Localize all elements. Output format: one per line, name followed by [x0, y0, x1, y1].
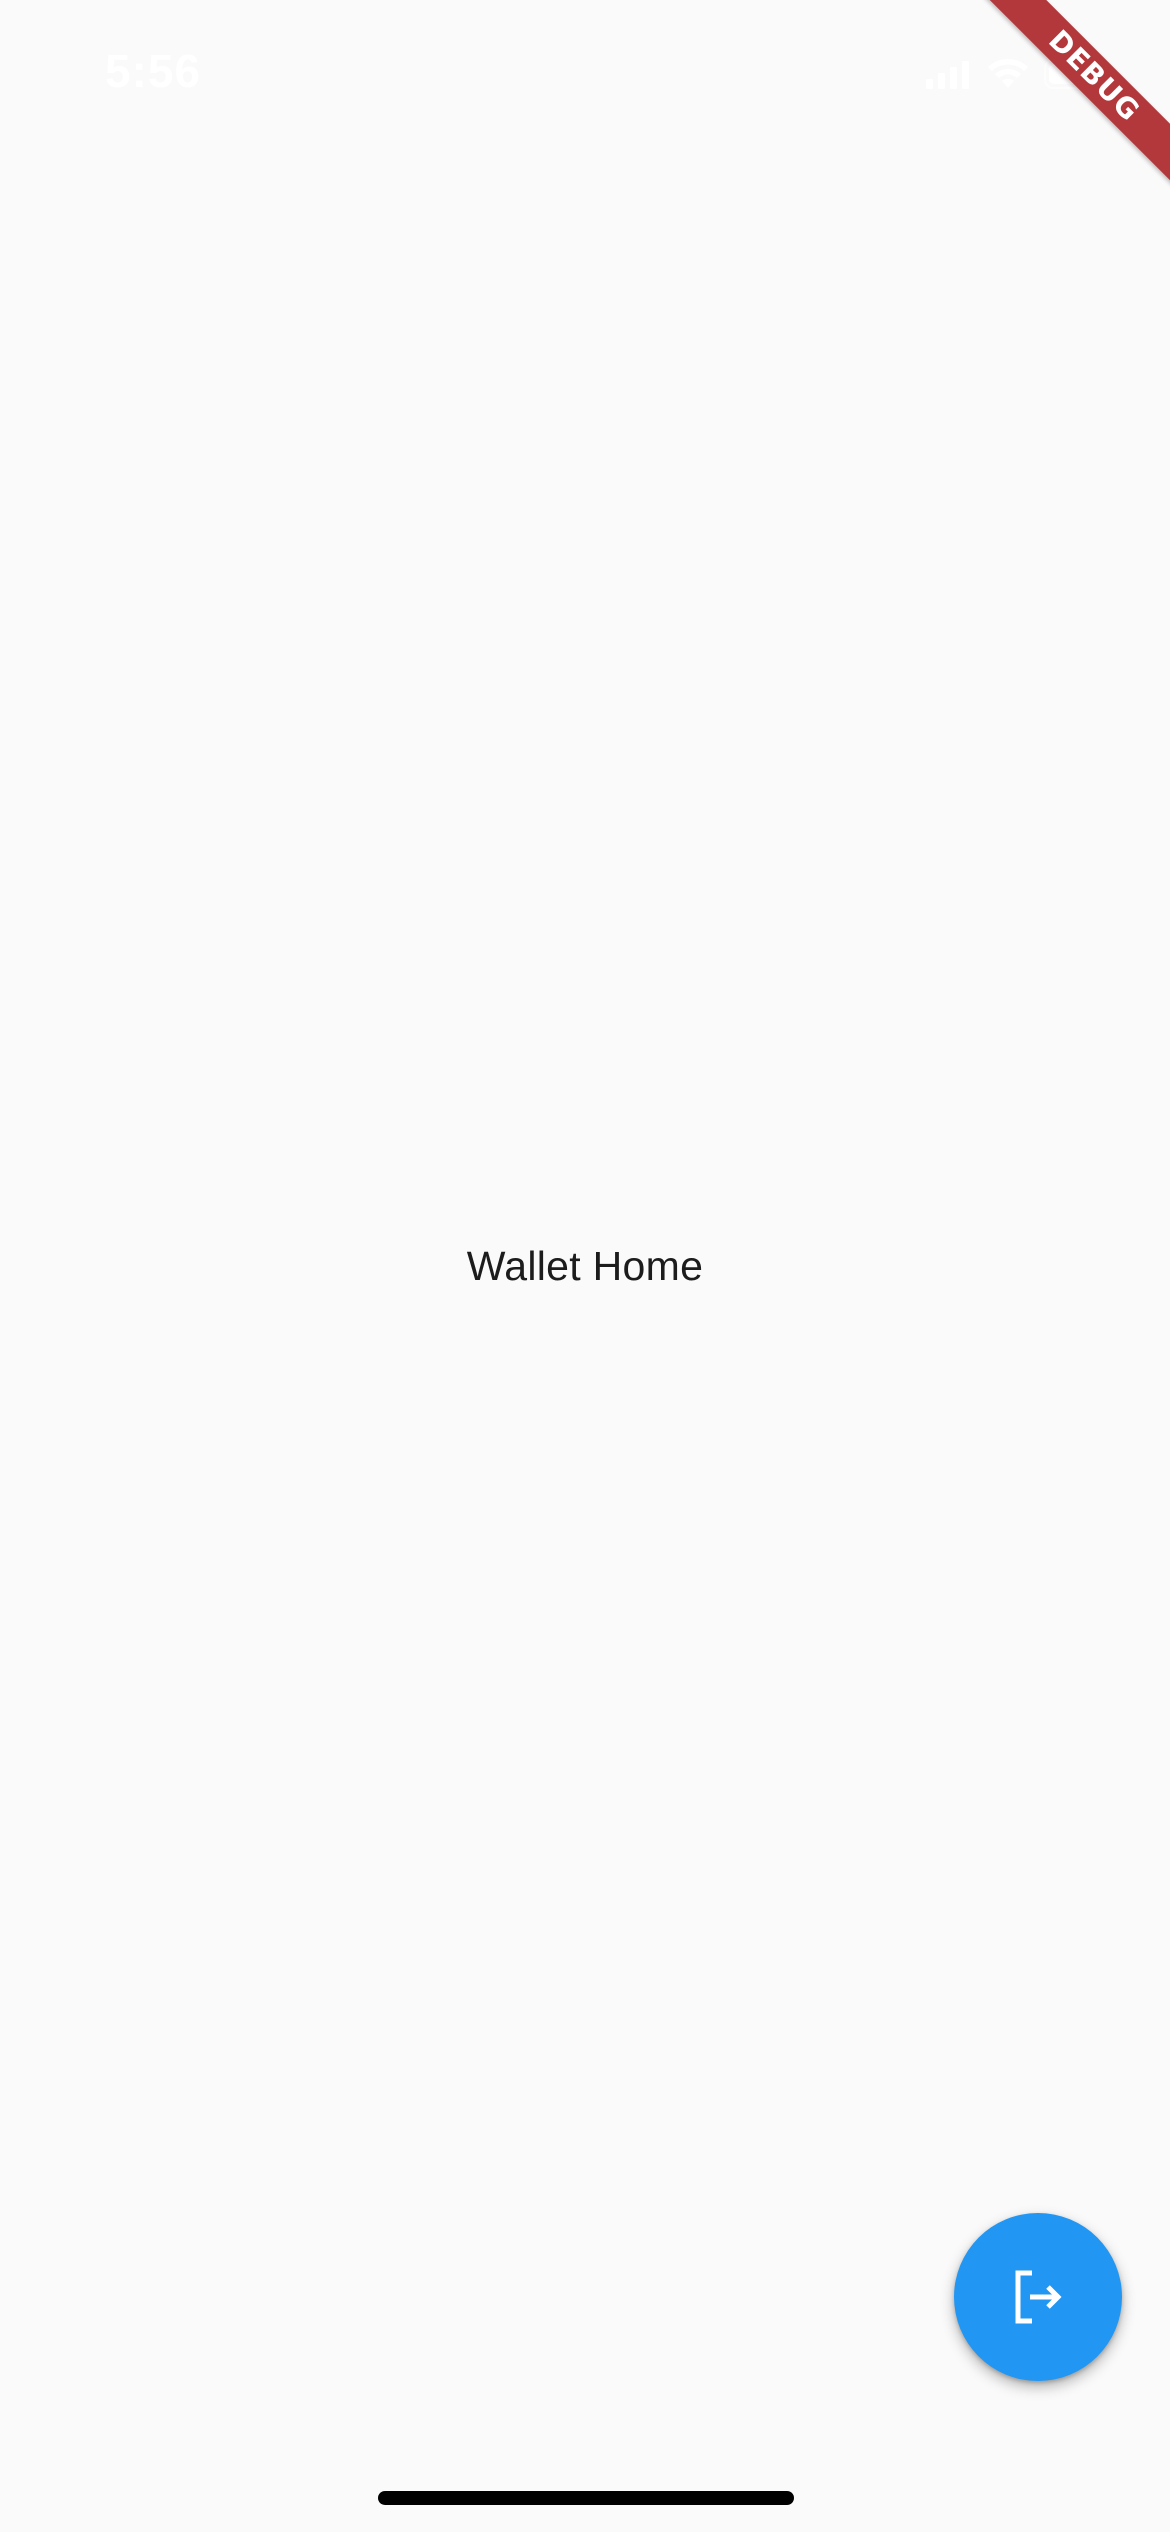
page-title: Wallet Home [466, 1242, 704, 1289]
app-screen: 5:56 Wallet Home DEBUG [0, 0, 1170, 2532]
main-content: Wallet Home [0, 0, 1170, 2532]
debug-banner: DEBUG [970, 0, 1170, 200]
logout-button[interactable] [954, 2213, 1122, 2381]
home-indicator[interactable] [378, 2491, 794, 2505]
debug-label: DEBUG [980, 0, 1170, 190]
logout-icon [1015, 2270, 1062, 2324]
